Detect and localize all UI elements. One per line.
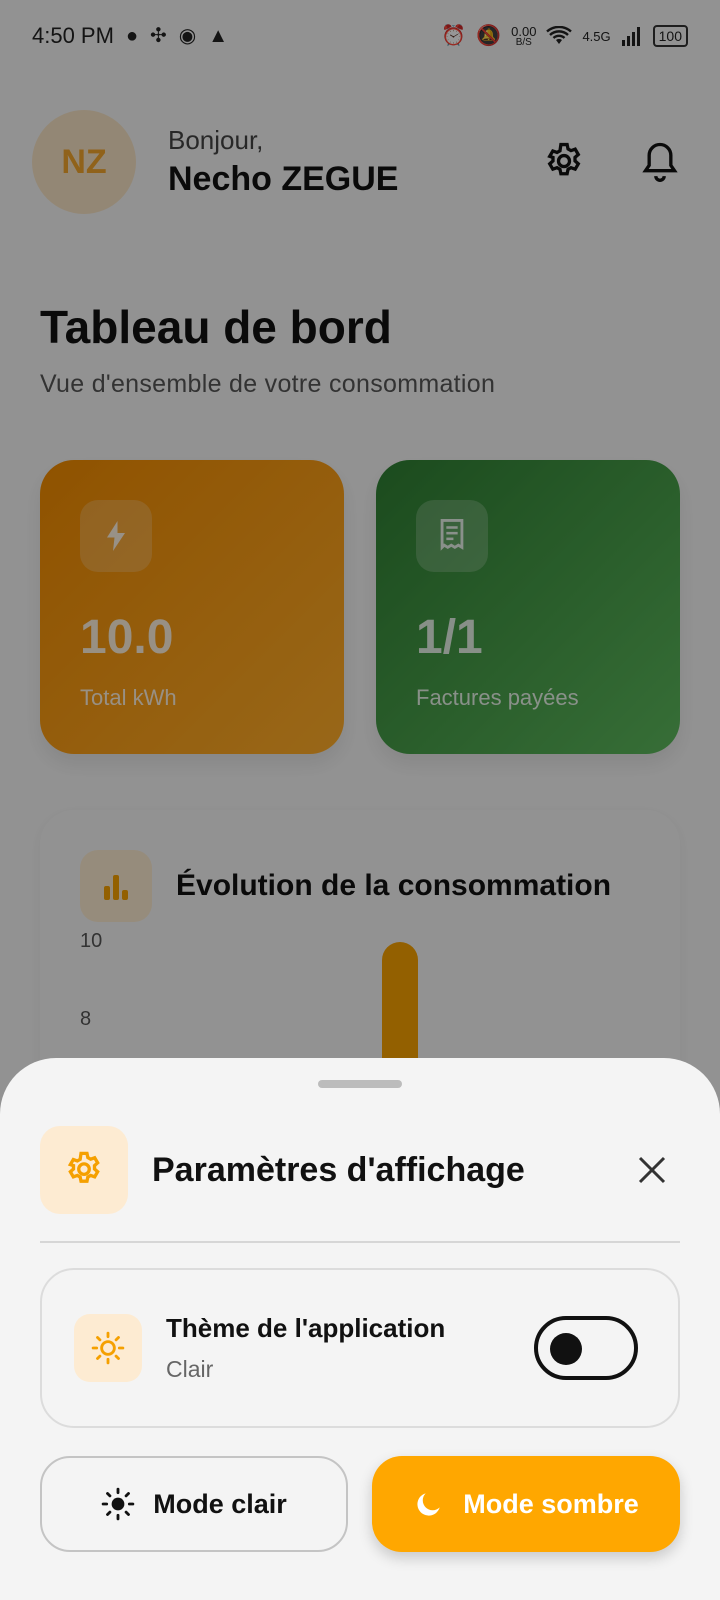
- sheet-icon-box: [40, 1126, 128, 1214]
- sun-icon: [91, 1331, 125, 1365]
- sun-icon: [101, 1487, 135, 1521]
- dark-mode-button[interactable]: Mode sombre: [372, 1456, 680, 1552]
- theme-text: Thème de l'application Clair: [166, 1313, 534, 1383]
- theme-icon-box: [74, 1314, 142, 1382]
- gear-icon: [67, 1151, 100, 1183]
- toggle-knob: [550, 1333, 582, 1365]
- close-icon: [638, 1156, 666, 1184]
- moon-icon: [417, 1493, 440, 1516]
- sheet-divider: [40, 1241, 680, 1243]
- sheet-header: Paramètres d'affichage: [40, 1126, 680, 1214]
- theme-value: Clair: [166, 1356, 214, 1382]
- light-mode-label: Mode clair: [153, 1488, 287, 1519]
- sheet-drag-handle[interactable]: [318, 1080, 402, 1088]
- display-settings-sheet: Paramètres d'affichage Thème de l'applic…: [0, 1058, 720, 1600]
- theme-label: Thème de l'application: [166, 1313, 446, 1343]
- close-button[interactable]: [624, 1142, 680, 1198]
- theme-setting-row[interactable]: Thème de l'application Clair: [40, 1268, 680, 1428]
- sheet-title: Paramètres d'affichage: [152, 1150, 525, 1189]
- light-mode-button[interactable]: Mode clair: [40, 1456, 348, 1552]
- theme-toggle[interactable]: [534, 1316, 638, 1380]
- dark-mode-label: Mode sombre: [463, 1488, 639, 1519]
